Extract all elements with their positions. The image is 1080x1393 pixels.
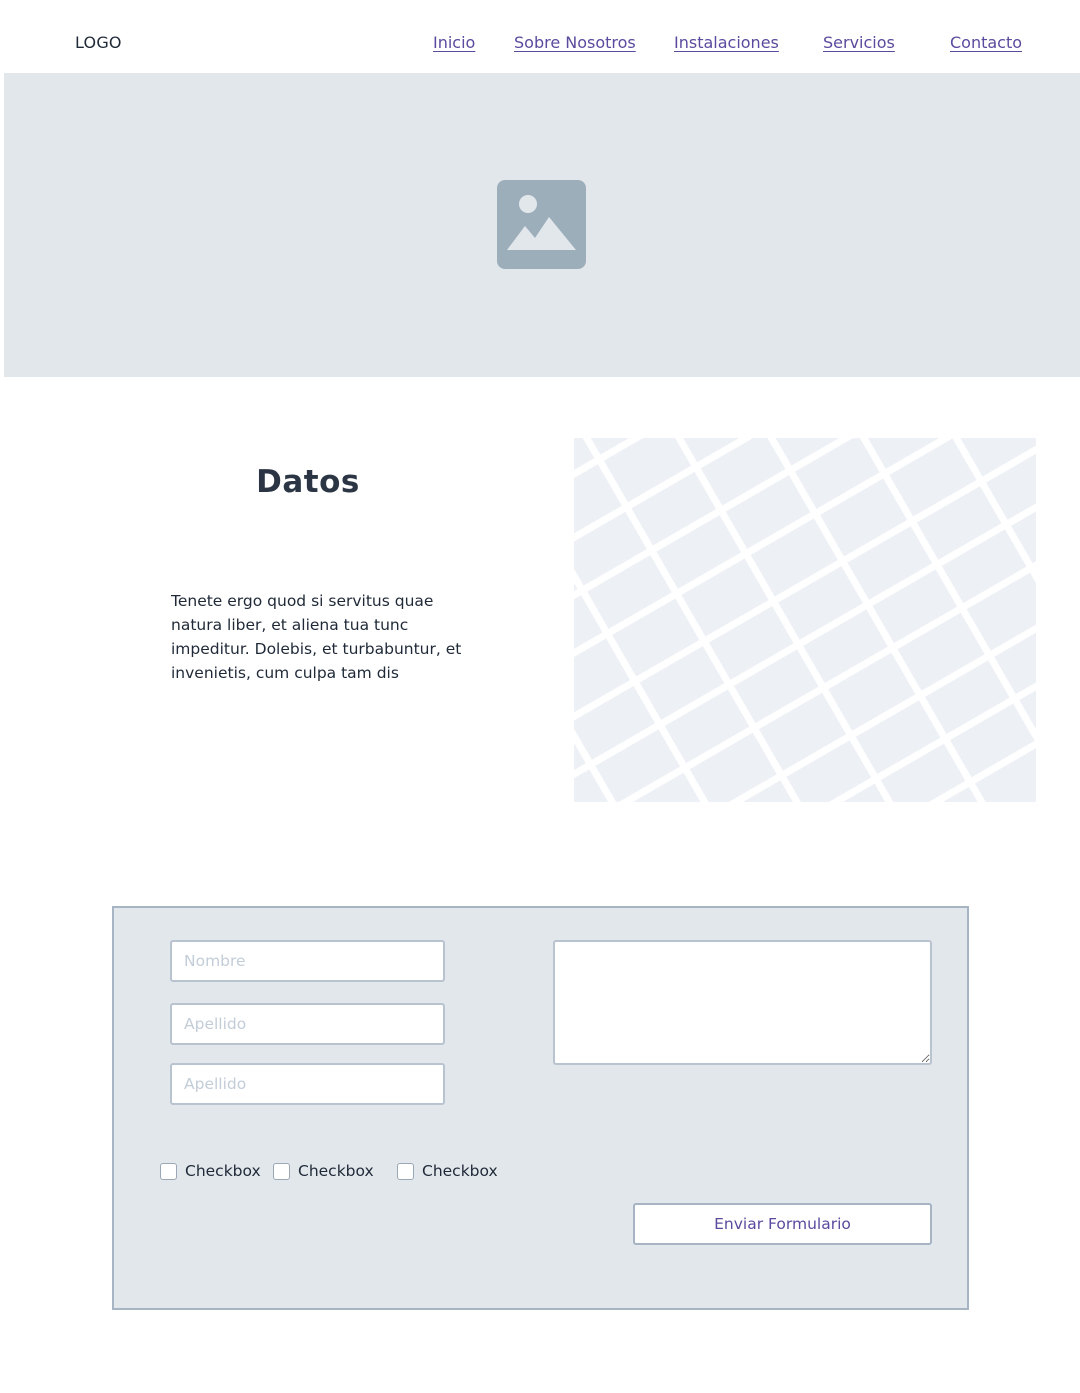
checkbox-box[interactable]	[160, 1162, 177, 1180]
image-placeholder-icon	[497, 180, 586, 269]
hero-image	[4, 73, 1080, 377]
section-title: Datos	[256, 464, 360, 500]
logo: LOGO	[75, 33, 122, 52]
header: LOGO Inicio Sobre Nosotros Instalaciones…	[0, 0, 1080, 73]
nav-link-servicios[interactable]: Servicios	[823, 33, 895, 52]
nav-link-instalaciones[interactable]: Instalaciones	[674, 33, 779, 52]
checkbox-label: Checkbox	[422, 1162, 498, 1180]
checkbox-2[interactable]: Checkbox	[273, 1161, 374, 1181]
map-placeholder	[574, 438, 1036, 802]
nav-link-contacto[interactable]: Contacto	[950, 33, 1022, 52]
message-textarea[interactable]	[553, 940, 932, 1065]
nav-link-inicio[interactable]: Inicio	[433, 33, 475, 52]
section-text: Tenete ergo quod si servitus quae natura…	[171, 592, 462, 682]
submit-button[interactable]: Enviar Formulario	[633, 1203, 932, 1245]
apellido-input-2[interactable]	[170, 1063, 445, 1105]
checkbox-label: Checkbox	[185, 1162, 261, 1180]
checkbox-3[interactable]: Checkbox	[397, 1161, 498, 1181]
checkbox-box[interactable]	[397, 1162, 414, 1180]
apellido-input[interactable]	[170, 1003, 445, 1045]
checkbox-box[interactable]	[273, 1162, 290, 1180]
map-icon	[574, 438, 1036, 802]
checkbox-1[interactable]: Checkbox	[160, 1161, 261, 1181]
nombre-input[interactable]	[170, 940, 445, 982]
nav-link-sobre-nosotros[interactable]: Sobre Nosotros	[514, 33, 636, 52]
checkbox-label: Checkbox	[298, 1162, 374, 1180]
